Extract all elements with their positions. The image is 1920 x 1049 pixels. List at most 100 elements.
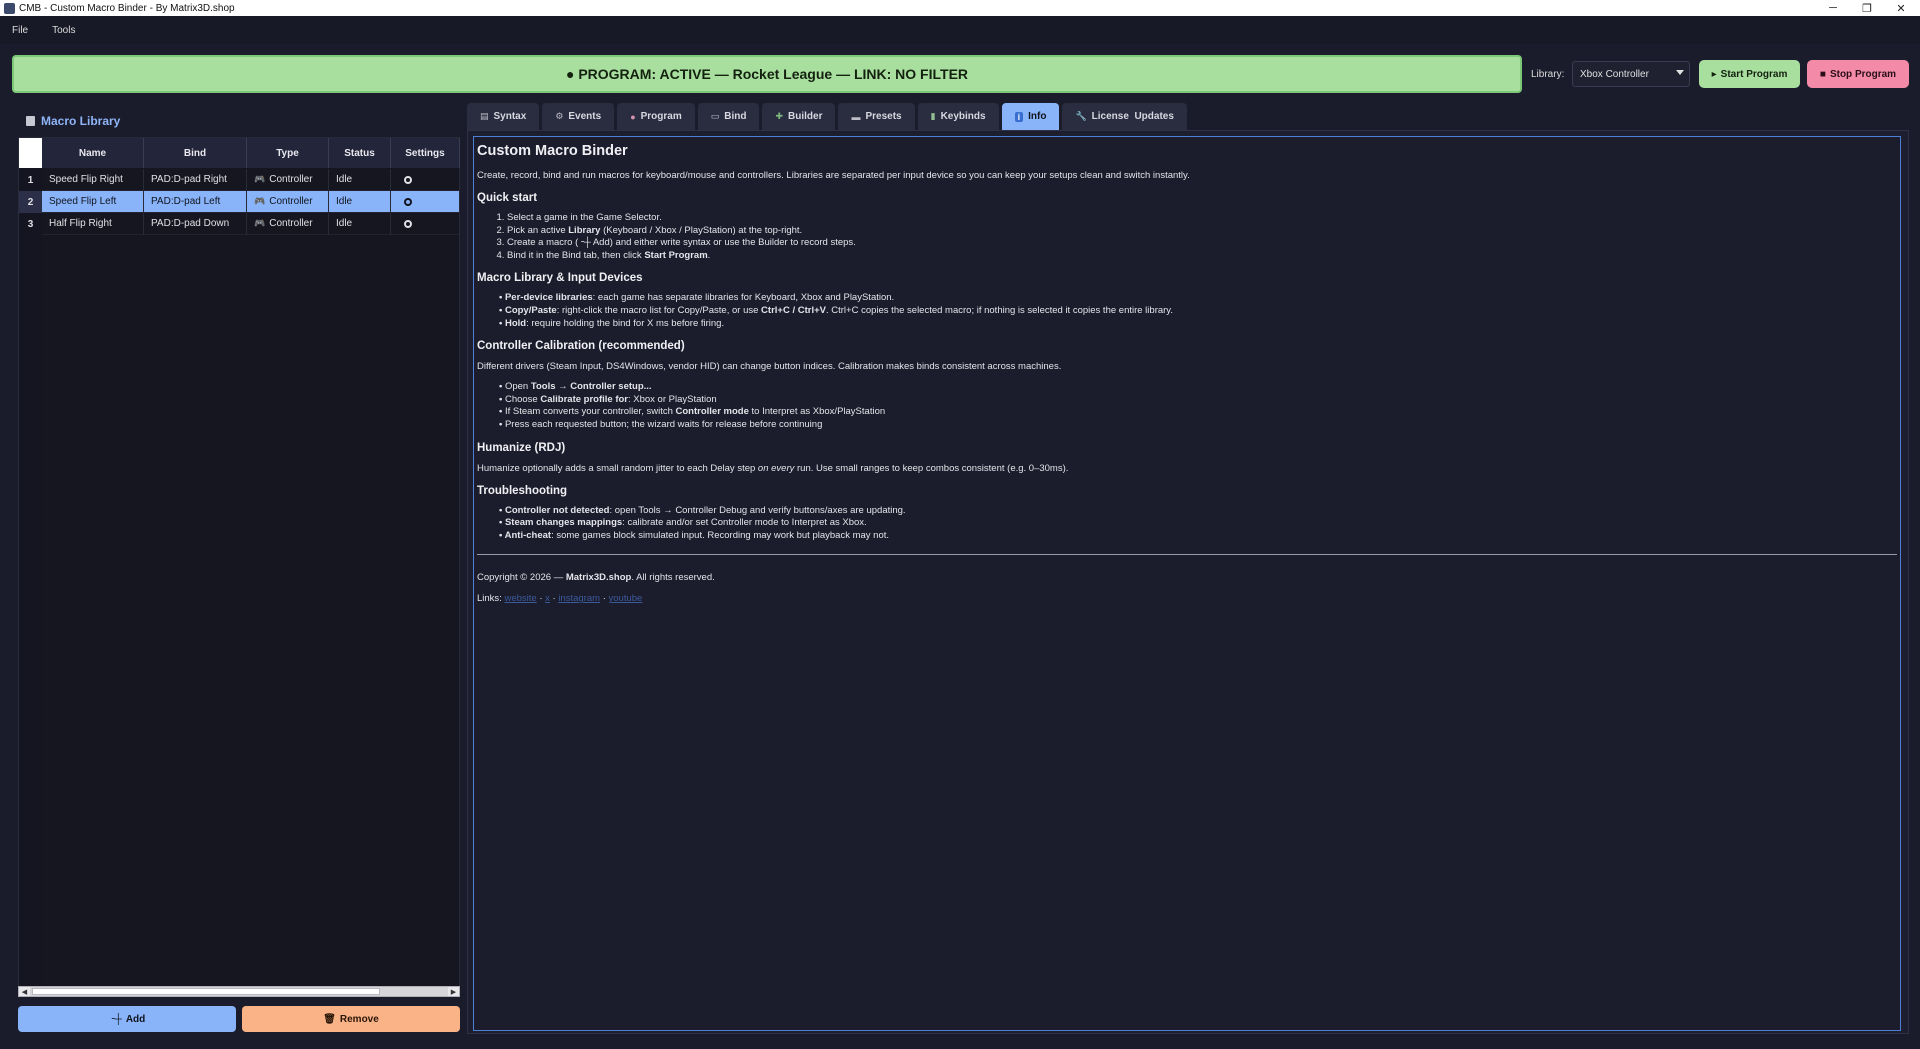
- horizontal-scrollbar[interactable]: ◀ ▶: [18, 986, 460, 997]
- tab-syntax[interactable]: ▤ Syntax: [467, 103, 540, 130]
- column-header-status[interactable]: Status: [329, 138, 391, 168]
- tab-label: Keybinds: [940, 111, 986, 122]
- title-bar: CMB - Custom Macro Binder - By Matrix3D.…: [0, 0, 1920, 16]
- tab-bar: ▤ Syntax ⚙ Events ● Program ▭ Bind ✚ Builder …: [467, 103, 1187, 130]
- remove-macro-button[interactable]: 🗑 Remove: [242, 1006, 460, 1032]
- table-row-selected[interactable]: Speed Flip Left PAD:D-pad Left 🎮 Controll…: [42, 191, 460, 213]
- list-item: Controller not detected: open Tools → Co…: [499, 505, 1897, 518]
- cell-settings[interactable]: [391, 213, 460, 235]
- cell-bind[interactable]: PAD:D-pad Right: [144, 169, 247, 191]
- scrollbar-thumb[interactable]: [32, 988, 380, 995]
- cell-name[interactable]: Speed Flip Right: [42, 169, 144, 191]
- link-website[interactable]: website: [504, 593, 536, 604]
- close-button[interactable]: ✕: [1884, 0, 1918, 16]
- dropdown-caret-icon: [1676, 70, 1684, 75]
- cell-bind[interactable]: PAD:D-pad Left: [144, 191, 247, 213]
- scroll-left-icon[interactable]: ◀: [19, 987, 30, 996]
- library-label: Library:: [1531, 69, 1565, 80]
- column-header-name[interactable]: Name: [42, 138, 144, 168]
- status-text: ● PROGRAM: ACTIVE — Rocket League — LINK…: [565, 66, 969, 82]
- start-program-button[interactable]: ▸ Start Program: [1699, 60, 1800, 88]
- info-intro: Create, record, bind and run macros for …: [477, 170, 1190, 181]
- gamepad-icon: 🎮: [254, 174, 266, 184]
- divider: [477, 554, 1897, 556]
- cell-name[interactable]: Half Flip Right: [42, 213, 144, 235]
- row-number[interactable]: 1: [19, 169, 42, 191]
- table-row[interactable]: Half Flip Right PAD:D-pad Down 🎮 Controll…: [42, 213, 460, 235]
- tab-events[interactable]: ⚙ Events: [542, 103, 615, 130]
- list-item: Open Tools → Controller setup...: [499, 381, 1897, 394]
- cell-type[interactable]: 🎮 Controller: [247, 191, 329, 213]
- book-icon: [26, 116, 35, 126]
- gear-icon[interactable]: [404, 197, 412, 206]
- list-item: Choose Calibrate profile for: Xbox or Pl…: [499, 394, 1897, 407]
- tab-presets[interactable]: ▬ Presets: [838, 103, 915, 130]
- library-selected-value: Xbox Controller: [1580, 68, 1649, 80]
- column-header-type[interactable]: Type: [247, 138, 329, 168]
- menu-bar: File Tools: [0, 16, 1920, 44]
- list-item: Copy/Paste: right-click the macro list f…: [499, 305, 1897, 318]
- restore-button[interactable]: ❐: [1850, 0, 1884, 16]
- add-label: Add: [125, 1013, 146, 1025]
- gear-icon[interactable]: [404, 219, 412, 228]
- cell-settings[interactable]: [391, 169, 460, 191]
- humanize-text: Humanize optionally adds a small random …: [477, 462, 1069, 474]
- tab-license-updates[interactable]: 🔧 License Updates: [1062, 103, 1187, 130]
- troubleshooting-list: Controller not detected: open Tools → Co…: [477, 505, 1897, 543]
- stop-program-button[interactable]: ■ Stop Program: [1807, 60, 1909, 88]
- list-item: If Steam converts your controller, switc…: [499, 406, 1897, 419]
- cell-bind[interactable]: PAD:D-pad Down: [144, 213, 247, 235]
- macro-library-title: Macro Library: [26, 114, 120, 128]
- humanize-heading: Humanize (RDJ): [477, 441, 566, 454]
- row-number[interactable]: 2: [19, 191, 42, 213]
- table-corner-button[interactable]: [19, 138, 42, 168]
- tab-bind[interactable]: ▭ Bind: [697, 103, 760, 130]
- list-item: Pick an active Library (Keyboard / Xbox …: [507, 225, 1897, 238]
- program-status-banner: ● PROGRAM: ACTIVE — Rocket League — LINK…: [12, 55, 1522, 93]
- macro-table[interactable]: Name Bind Type Status Settings 1 Speed F…: [18, 137, 460, 995]
- menu-tools[interactable]: Tools: [40, 25, 87, 36]
- devices-heading: Macro Library & Input Devices: [477, 272, 643, 285]
- tab-info[interactable]: i Info: [1001, 103, 1060, 130]
- tab-label: Builder: [788, 111, 823, 122]
- list-item: Press each requested button; the wizard …: [499, 419, 1897, 432]
- column-header-bind[interactable]: Bind: [144, 138, 247, 168]
- gamepad-icon: ▬: [851, 111, 861, 122]
- list-item: Select a game in the Game Selector.: [507, 212, 1897, 225]
- macro-library-title-text: Macro Library: [41, 114, 121, 128]
- cell-name[interactable]: Speed Flip Left: [42, 191, 144, 213]
- keyboard-icon: ▭: [710, 111, 720, 121]
- column-header-settings[interactable]: Settings: [391, 138, 460, 168]
- tab-label: Presets: [865, 111, 902, 122]
- calibration-intro: Different drivers (Steam Input, DS4Windo…: [477, 361, 1062, 373]
- calibration-list: Open Tools → Controller setup... Choose …: [477, 381, 1897, 431]
- tab-label: Events: [568, 111, 602, 122]
- menu-file[interactable]: File: [0, 25, 40, 36]
- tab-program[interactable]: ● Program: [617, 103, 695, 130]
- row-number[interactable]: 3: [19, 213, 42, 235]
- gamepad-icon: 🎮: [254, 196, 266, 206]
- link-youtube[interactable]: youtube: [609, 593, 643, 604]
- add-macro-button[interactable]: ╶┼ Add: [18, 1006, 236, 1032]
- cell-status: Idle: [329, 191, 391, 213]
- link-instagram[interactable]: instagram: [558, 593, 600, 604]
- cell-type-text: Controller: [269, 196, 313, 207]
- tab-builder[interactable]: ✚ Builder: [762, 103, 836, 130]
- library-select[interactable]: Xbox Controller: [1572, 61, 1690, 87]
- info-panel[interactable]: Custom Macro Binder Create, record, bind…: [473, 136, 1901, 1031]
- trash-icon: 🗑: [323, 1013, 336, 1025]
- minimize-button[interactable]: ─: [1816, 0, 1850, 16]
- gear-icon[interactable]: [404, 175, 412, 184]
- tab-keybinds[interactable]: ▮ Keybinds: [917, 103, 999, 130]
- info-icon: i: [1014, 111, 1024, 122]
- info-title: Custom Macro Binder: [477, 143, 628, 159]
- row-header-column: [19, 138, 42, 993]
- cell-settings[interactable]: [391, 191, 460, 213]
- tab-label: Info: [1028, 111, 1047, 122]
- play-icon: ▸: [1711, 68, 1717, 80]
- cell-type[interactable]: 🎮 Controller: [247, 213, 329, 235]
- scroll-right-icon[interactable]: ▶: [448, 987, 459, 996]
- table-row[interactable]: Speed Flip Right PAD:D-pad Right 🎮 Contro…: [42, 169, 460, 191]
- brain-icon: ●: [630, 111, 636, 122]
- cell-type[interactable]: 🎮 Controller: [247, 169, 329, 191]
